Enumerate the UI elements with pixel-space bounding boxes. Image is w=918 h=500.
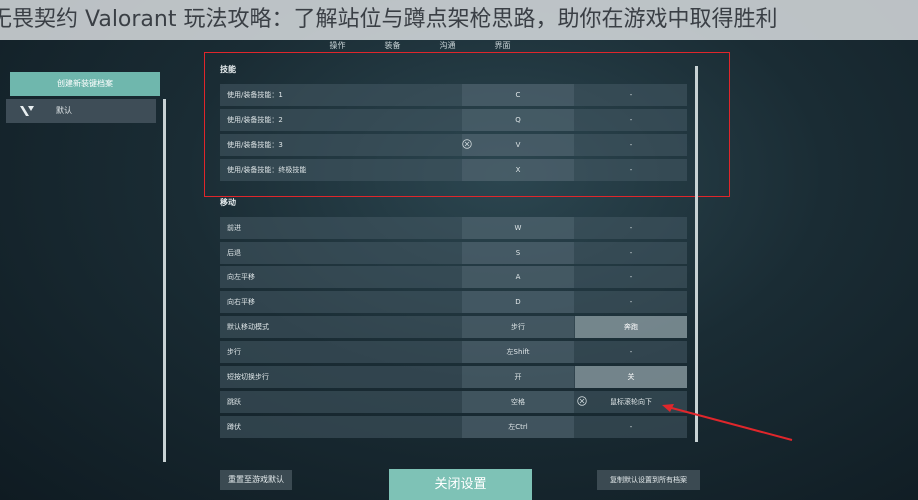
keybind-action: 默认移动模式: [227, 323, 269, 331]
tab-communication[interactable]: 沟通: [420, 40, 475, 50]
keybind-row[interactable]: 向左平移 A -: [220, 266, 687, 288]
keybind-action: 向左平移: [227, 273, 255, 281]
secondary-key[interactable]: -: [575, 291, 687, 313]
keybind-row[interactable]: 短按切换步行 开 关: [220, 366, 687, 388]
tab-controls[interactable]: 操作: [310, 40, 365, 50]
primary-key[interactable]: D: [462, 291, 574, 313]
keybind-action: 短按切换步行: [227, 373, 269, 381]
highlight-box: [204, 52, 730, 197]
option-walk[interactable]: 步行: [462, 316, 574, 338]
keybind-scrollbar[interactable]: [695, 66, 698, 442]
reset-default-button[interactable]: 重置至游戏默认: [220, 470, 292, 490]
primary-key[interactable]: 空格: [462, 391, 574, 413]
option-run[interactable]: 奔跑: [575, 316, 687, 338]
secondary-key[interactable]: -: [575, 217, 687, 239]
primary-key[interactable]: S: [462, 242, 574, 264]
tab-equipment[interactable]: 装备: [365, 40, 420, 50]
keybind-action: 后退: [227, 249, 241, 257]
keybind-action: 前进: [227, 224, 241, 232]
copy-to-all-profiles-button[interactable]: 复制默认设置到所有档案: [597, 470, 700, 490]
keybind-action: 蹲伏: [227, 423, 241, 431]
article-title-overlay: 无畏契约 Valorant 玩法攻略：了解站位与蹲点架枪思路，助你在游戏中取得胜…: [0, 0, 918, 40]
secondary-key[interactable]: -: [575, 341, 687, 363]
section-title-movement: 移动: [220, 198, 236, 207]
red-arrow-icon: [662, 404, 793, 441]
secondary-key[interactable]: -: [575, 266, 687, 288]
create-profile-button[interactable]: 创建新装键档案: [10, 72, 160, 96]
keybind-row[interactable]: 前进 W -: [220, 217, 687, 239]
option-on[interactable]: 开: [462, 366, 574, 388]
keybind-row[interactable]: 跳跃 空格 鼠标滚轮向下: [220, 391, 687, 413]
option-off[interactable]: 关: [575, 366, 687, 388]
keybind-action: 向右平移: [227, 298, 255, 306]
tab-interface[interactable]: 界面: [475, 40, 530, 50]
keybind-row[interactable]: 步行 左Shift -: [220, 341, 687, 363]
primary-key[interactable]: 左Shift: [462, 341, 574, 363]
profile-item-default[interactable]: 默认: [6, 99, 156, 123]
primary-key[interactable]: W: [462, 217, 574, 239]
keybind-row[interactable]: 蹲伏 左Ctrl -: [220, 416, 687, 438]
keybind-row[interactable]: 默认移动模式 步行 奔跑: [220, 316, 687, 338]
settings-tabs: 操作 装备 沟通 界面: [310, 40, 530, 50]
keybind-action: 步行: [227, 348, 241, 356]
primary-key[interactable]: A: [462, 266, 574, 288]
profile-scrollbar[interactable]: [163, 99, 166, 462]
secondary-key[interactable]: -: [575, 242, 687, 264]
valorant-logo-icon: [20, 106, 34, 116]
primary-key[interactable]: 左Ctrl: [462, 416, 574, 438]
keybind-row[interactable]: 后退 S -: [220, 242, 687, 264]
keybind-row[interactable]: 向右平移 D -: [220, 291, 687, 313]
profile-item-label: 默认: [56, 106, 72, 115]
close-settings-button[interactable]: 关闭设置: [389, 469, 532, 500]
keybind-action: 跳跃: [227, 398, 241, 406]
